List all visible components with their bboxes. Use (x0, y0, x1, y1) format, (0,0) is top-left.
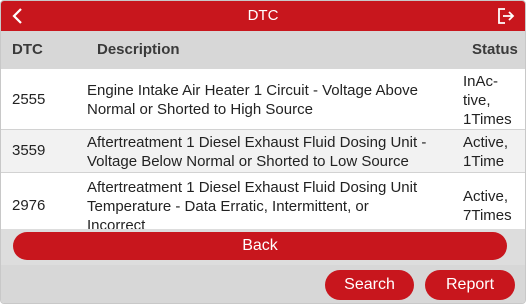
table-row[interactable]: 2555 Engine Intake Air Heater 1 Circuit … (1, 69, 525, 130)
table-header: DTC Description Status (1, 31, 525, 69)
search-button[interactable]: Search (325, 270, 414, 300)
table-row[interactable]: 2976 Aftertreatment 1 Diesel Exhaust Flu… (1, 173, 525, 229)
exit-icon[interactable] (497, 7, 515, 25)
dtc-description: Engine Intake Air Heater 1 Circuit - Vol… (87, 82, 419, 118)
column-header-status: Status (472, 41, 518, 58)
dtc-list[interactable]: 2555 Engine Intake Air Heater 1 Circuit … (1, 69, 525, 229)
dtc-description: Aftertreatment 1 Diesel Exhaust Fluid Do… (87, 134, 427, 170)
column-header-dtc: DTC (12, 41, 43, 58)
footer-toolbar: Search Report (1, 265, 525, 303)
dtc-description: Aftertreatment 1 Diesel Exhaust Fluid Do… (87, 179, 418, 229)
back-bar: Back (1, 229, 525, 265)
dtc-status: Active, 1Time (463, 134, 509, 170)
device-frame: DTC DTC Description Status 2555 Engine I… (0, 0, 526, 304)
dtc-code: 2976 (12, 197, 46, 214)
dtc-status: InAc- tive, 1Times (463, 73, 512, 128)
dtc-status: Active, 7Times (463, 188, 512, 224)
title-bar: DTC (1, 1, 525, 31)
report-button[interactable]: Report (425, 270, 515, 300)
column-header-description: Description (97, 41, 180, 58)
table-row[interactable]: 3559 Aftertreatment 1 Diesel Exhaust Flu… (1, 130, 525, 173)
dtc-code: 3559 (12, 142, 46, 159)
dtc-code: 2555 (12, 91, 46, 108)
page-title: DTC (247, 7, 279, 24)
back-button[interactable]: Back (13, 232, 507, 260)
